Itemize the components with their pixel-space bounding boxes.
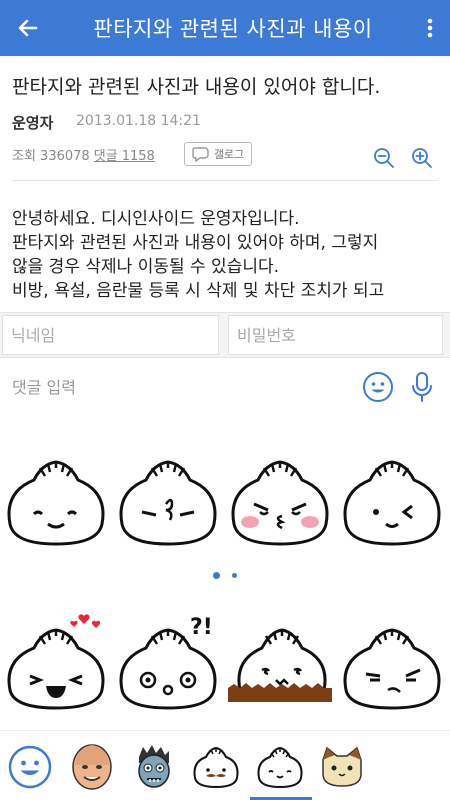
dumpling-surprised-icon: ?! [119,615,217,710]
dumpling-ground-sticker[interactable] [228,612,332,712]
zoom-in-icon [412,148,432,168]
password-field[interactable] [229,316,442,354]
mustache-dumpling-icon [193,746,239,789]
nickname-field[interactable] [3,316,218,354]
dumpling-laugh-sticker[interactable] [4,612,108,712]
post-title: 판타지와 관련된 사진과 내용이 있어야 합니다. [12,76,381,98]
dumpling-frown-sticker[interactable] [116,452,220,552]
tab-mustache-dumpling[interactable] [190,739,242,795]
tab-cat-sticker[interactable] [316,739,368,795]
sticker-tab-bar [0,730,450,800]
smiley-icon [363,372,393,402]
dumpling-smile-sticker[interactable] [4,452,108,552]
back-button[interactable] [0,0,56,56]
post-stats: 조회 336078 댓글 1158 [12,145,155,164]
view-count: 조회 336078 [12,149,90,164]
zoom-out-icon [374,148,394,168]
dumpling-wink-sticker[interactable] [340,452,444,552]
comment-count-link[interactable]: 댓글 1158 [94,145,155,164]
post-author: 운영자 [12,114,54,132]
more-vert-icon [427,18,433,38]
post: 판타지와 관련된 사진과 내용이 있어야 합니다. 운영자 2013.01.18… [0,56,450,312]
dumpling-angry-sticker[interactable] [228,452,332,552]
nickname-field-box [2,315,219,355]
tab-zombie-sticker[interactable] [128,739,180,795]
post-body-line: 안녕하세요. 디시인사이드 운영자입니다. [12,209,300,229]
post-body-line: 비방, 욕설, 음란물 등록 시 삭제 및 차단 조치가 되고 [12,281,385,301]
post-date: 2013.01.18 14:21 [76,113,201,129]
comment-row [0,358,450,416]
more-button[interactable] [410,0,450,56]
zoom-in-button[interactable] [410,146,434,174]
credentials-row [0,312,450,358]
svg-text:?!: ?! [190,615,213,640]
gallog-button[interactable]: 갤로그 [184,142,252,166]
gallog-label: 갤로그 [213,148,245,161]
dumpling-wink-icon [343,460,441,546]
speech-bubble-icon [192,146,209,162]
sticker-page-indicator [0,572,450,579]
dumpling-surprised-sticker[interactable]: ?! [116,612,220,712]
dumpling-laugh-hearts-icon [7,614,105,710]
post-body-line: 않을 경우 삭제나 이동될 수 있습니다. [12,257,280,277]
mic-button[interactable] [410,371,434,407]
dumpling-ground-icon [228,628,332,702]
bald-man-face-icon [72,744,112,790]
dumpling-annoyed-icon [343,628,441,710]
microphone-icon [412,372,432,402]
zombie-face-icon [138,745,170,788]
cat-face-icon [322,746,362,787]
dumpling-smile-icon [7,460,105,546]
dumpling-icon [257,746,303,789]
page-dot-active[interactable] [213,572,220,579]
tab-emoji[interactable] [4,739,56,795]
post-body: 안녕하세요. 디시인사이드 운영자입니다. 판타지와 관련된 사진과 내용이 있… [12,207,442,303]
emoji-button[interactable] [362,371,394,407]
dumpling-frown-icon [119,460,217,546]
password-field-box [228,315,443,355]
page-dot[interactable] [232,573,237,578]
back-arrow-icon [18,19,38,37]
app-bar: 판타지와 관련된 사진과 내용이 [0,0,450,56]
post-body-line: 판타지와 관련된 사진과 내용이 있어야 하며, 그렇지 [12,233,379,253]
page-title: 판타지와 관련된 사진과 내용이 [93,17,373,41]
tab-dumpling[interactable] [254,739,306,795]
tab-face-sticker[interactable] [66,739,118,795]
comment-input[interactable] [12,372,332,402]
smiley-icon [8,745,52,789]
dumpling-annoyed-sticker[interactable] [340,612,444,712]
divider [12,180,438,181]
dumpling-angry-icon [231,460,329,546]
sticker-panel: ?! [0,416,450,730]
zoom-out-button[interactable] [372,146,396,174]
